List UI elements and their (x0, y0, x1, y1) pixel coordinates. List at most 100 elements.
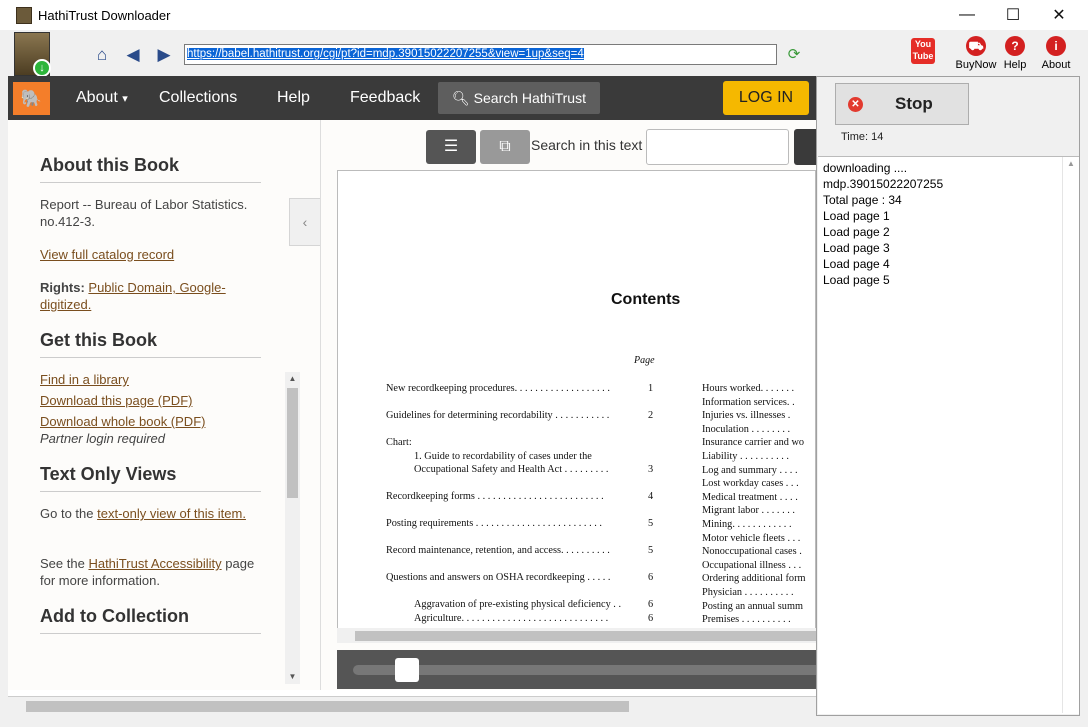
toc-left-row: Guidelines for determining recordability… (386, 409, 609, 423)
rights-info: Rights: Public Domain, Google-digitized. (40, 280, 226, 312)
toc-right-row: Migrant labor . . . . . . . (702, 505, 795, 517)
toc-left-row: Questions and answers on OSHA recordkeep… (386, 571, 611, 585)
hathitrust-logo-icon[interactable]: 🐘 (13, 82, 50, 115)
buynow-label: BuyNow (955, 59, 997, 71)
close-button[interactable]: ✕ (1036, 0, 1082, 30)
search-text-input[interactable] (646, 129, 789, 165)
thumbnail-view-button[interactable]: ⧉ (480, 130, 530, 164)
scroll-up-icon[interactable]: ▲ (1063, 157, 1079, 171)
log-line: mdp.39015022207255 (823, 177, 944, 191)
nav-about[interactable]: About ▾ (76, 89, 128, 107)
download-panel: ✕ Stop Time: 14 downloading .... mdp.3901… (816, 76, 1080, 716)
toc-right-row: Occupational illness . . . (702, 559, 802, 571)
toc-right-row: Mining. . . . . . . . . . . . (702, 519, 792, 530)
log-line: downloading .... (823, 161, 908, 175)
toc-entry-text: Record maintenance, retention, and acces… (386, 545, 610, 557)
log-line: Load page 3 (823, 241, 890, 255)
scroll-thumb[interactable] (287, 388, 298, 498)
minimize-button[interactable]: — (944, 0, 990, 30)
toc-left-row: Occupational Safety and Health Act . . .… (414, 463, 608, 477)
toc-right-row: Motor vehicle fleets . . . (702, 532, 801, 544)
toc-entry-text: 1. Guide to recordability of cases under… (414, 450, 592, 462)
about-label: About (1041, 59, 1071, 71)
collapse-sidebar-icon[interactable]: ‹ (289, 198, 320, 246)
site-navbar: 🐘 About ▾ Collections Help Feedback 🔍︎ S… (8, 76, 816, 120)
toc-right-row: Nonoccupational cases . (702, 546, 802, 558)
youtube-icon[interactable]: You Tube (911, 38, 935, 64)
log-line: Load page 2 (823, 225, 890, 239)
home-icon[interactable]: ⌂ (91, 44, 113, 66)
window-title: HathiTrust Downloader (38, 8, 171, 23)
toc-page-number: 1 (648, 383, 654, 394)
back-arrow-icon[interactable]: ◀ (122, 44, 144, 66)
maximize-button[interactable]: ☐ (990, 0, 1036, 30)
toc-entry-text: Agriculture. . . . . . . . . . . . . . .… (414, 612, 609, 624)
log-line: Load page 5 (823, 273, 890, 287)
nav-collections[interactable]: Collections (159, 89, 237, 107)
toc-right-row: Ordering additional form (702, 573, 806, 585)
log-line: Load page 1 (823, 209, 890, 223)
list-view-button[interactable]: ☰ (426, 130, 476, 164)
time-label: Time: 14 (841, 131, 884, 143)
page-title: Contents (611, 291, 681, 308)
toc-page-number: 3 (648, 464, 654, 476)
toc-entry-text: New recordkeeping procedures. . . . . . … (386, 383, 610, 394)
page-viewer: ☰ ⧉ Search in this text Contents Page Ne… (321, 120, 816, 690)
login-button[interactable]: LOG IN (723, 81, 809, 115)
scroll-thumb[interactable] (355, 631, 816, 641)
text-only-link[interactable]: text-only view of this item. (97, 506, 246, 521)
find-library-link[interactable]: Find in a library (40, 371, 129, 388)
buynow-button[interactable]: ⛟ BuyNow (954, 36, 998, 71)
toc-page-number: 6 (648, 612, 654, 624)
url-input[interactable]: https://babel.hathitrust.org/cgi/pt?id=m… (184, 44, 777, 65)
help-button[interactable]: ? Help (1000, 36, 1030, 71)
toc-page-number: 6 (648, 572, 654, 584)
sidebar-scrollbar[interactable]: ▲ ▼ (285, 372, 300, 684)
toc-left-row: Posting requirements . . . . . . . . . .… (386, 517, 602, 531)
forward-arrow-icon[interactable]: ▶ (153, 44, 175, 66)
accessibility-link[interactable]: HathiTrust Accessibility (88, 556, 221, 571)
accessibility-info: See the HathiTrust Accessibility page fo… (40, 556, 255, 588)
download-icon: ↓ (33, 59, 51, 77)
page-slider[interactable] (337, 650, 816, 689)
about-button[interactable]: i About (1037, 36, 1075, 71)
app-logo-icon: ↓ (14, 32, 51, 77)
refresh-icon[interactable]: ⟳ (784, 45, 804, 65)
log-line: Total page : 34 (823, 193, 902, 207)
search-hathitrust-button[interactable]: 🔍︎ Search HathiTrust (438, 82, 600, 114)
stop-button[interactable]: ✕ Stop (835, 83, 969, 125)
toc-entry-text: Questions and answers on OSHA recordkeep… (386, 572, 611, 584)
toc-right-row: Information services. . (702, 396, 795, 408)
thumbnail-icon: ⧉ (499, 138, 511, 155)
toc-entry-text: Aggravation of pre-existing physical def… (414, 599, 622, 611)
log-scrollbar[interactable]: ▲ (1062, 157, 1079, 713)
search-text-button[interactable] (794, 129, 816, 165)
catalog-record-link[interactable]: View full catalog record (40, 246, 174, 263)
scroll-thumb[interactable] (26, 701, 629, 712)
log-line: Load page 4 (823, 257, 890, 271)
info-icon: i (1046, 36, 1066, 56)
download-book-link[interactable]: Download whole book (PDF) (40, 413, 205, 430)
page-hscrollbar[interactable] (337, 628, 816, 643)
partner-note: Partner login required (40, 431, 166, 446)
slider-track[interactable] (353, 665, 816, 675)
toc-right-row: Physician . . . . . . . . . . (702, 587, 794, 598)
nav-help[interactable]: Help (277, 89, 310, 107)
slider-handle[interactable] (395, 658, 419, 682)
toc-entry-text: Chart: (386, 437, 412, 448)
scroll-up-icon[interactable]: ▲ (285, 372, 300, 386)
toc-right-row: Inoculation . . . . . . . . (702, 423, 791, 435)
about-book-heading: About this Book (40, 155, 179, 175)
toc-left-row: Recordkeeping forms . . . . . . . . . . … (386, 490, 604, 504)
toc-entry-text: Posting requirements . . . . . . . . . .… (386, 518, 602, 530)
toc-left-row: Agriculture. . . . . . . . . . . . . . .… (414, 612, 608, 626)
nav-feedback[interactable]: Feedback (350, 89, 420, 107)
toolbar: ↓ ⌂ ◀ ▶ https://babel.hathitrust.org/cgi… (0, 30, 1088, 77)
download-log[interactable]: downloading .... mdp.39015022207255 Total … (818, 156, 1079, 714)
toc-page-number: 5 (648, 545, 654, 557)
book-sidebar: About this Book Report -- Bureau of Labo… (8, 120, 320, 690)
scroll-down-icon[interactable]: ▼ (285, 670, 300, 684)
scanned-page: Contents Page New recordkeeping procedur… (337, 170, 816, 630)
download-page-link[interactable]: Download this page (PDF) (40, 392, 192, 409)
browser-hscrollbar[interactable] (8, 696, 816, 716)
